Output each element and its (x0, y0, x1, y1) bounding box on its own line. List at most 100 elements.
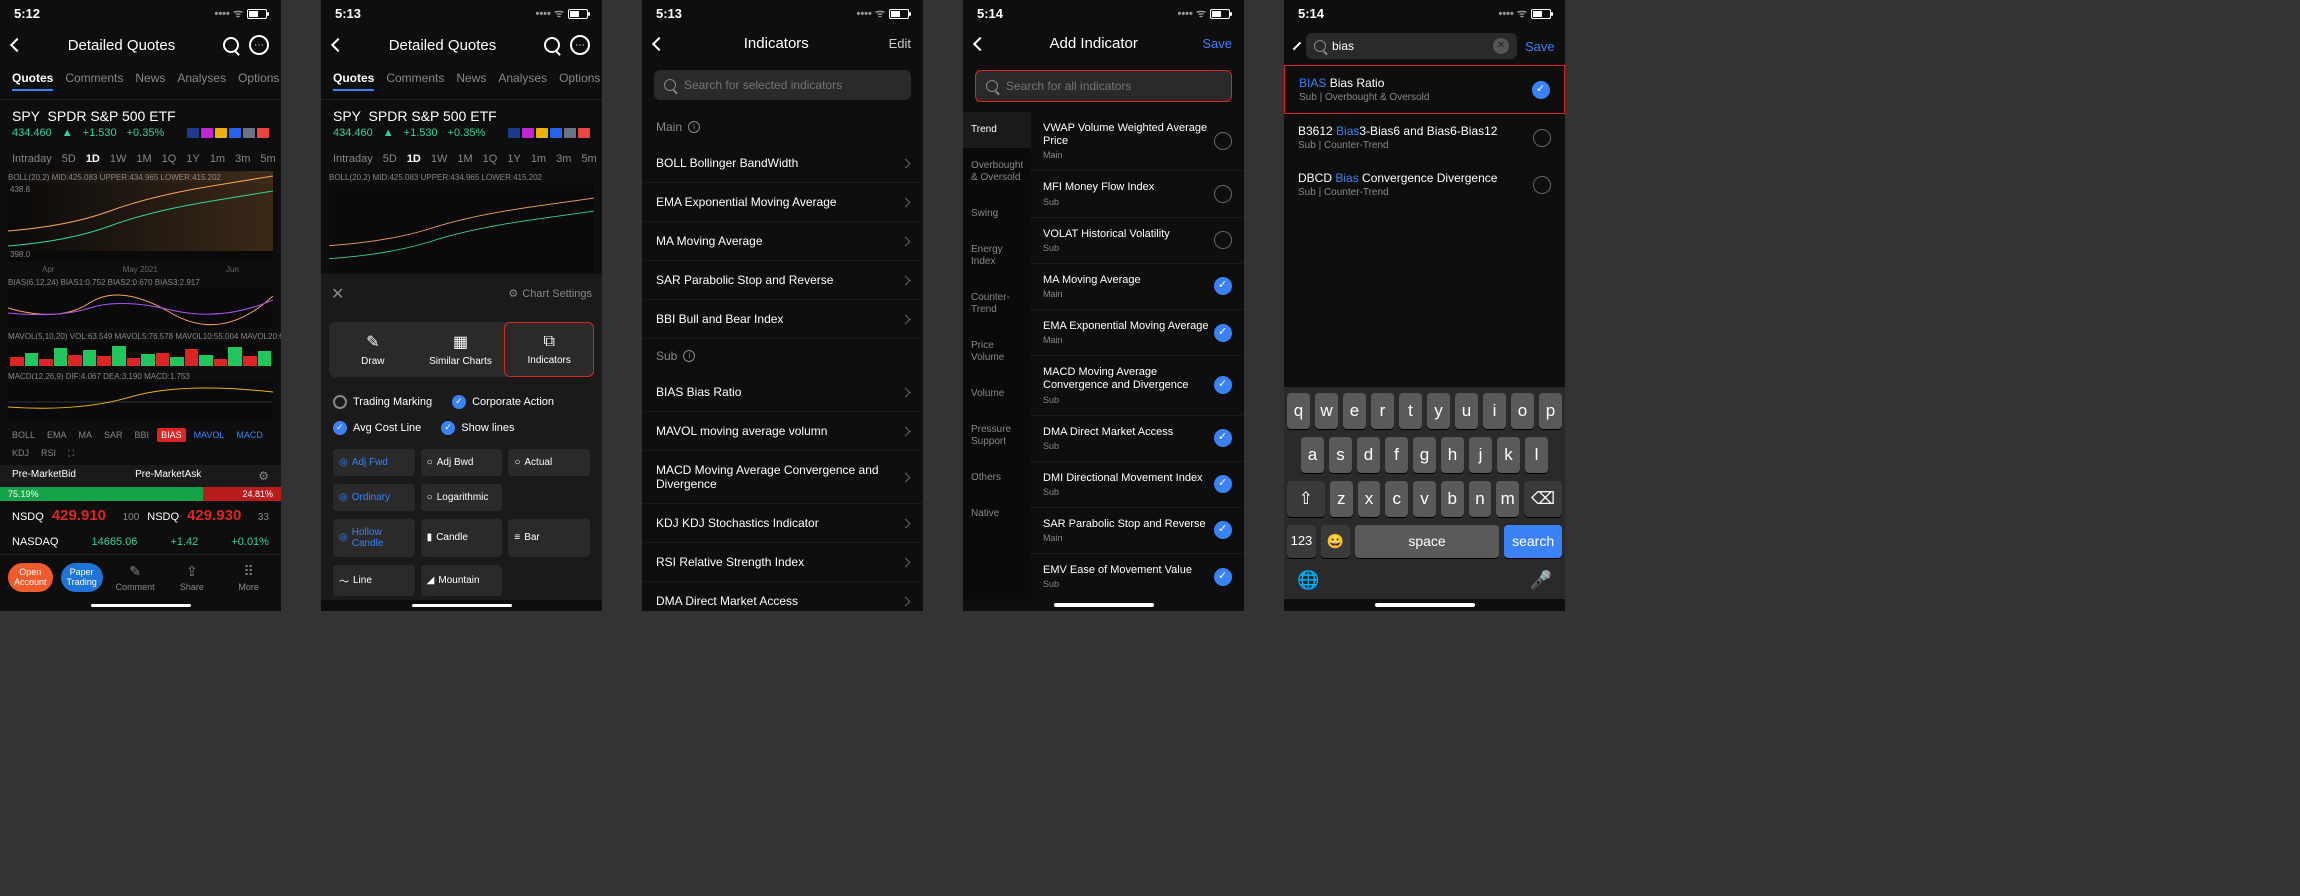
tab-news[interactable]: News (135, 71, 165, 91)
pill-kdj[interactable]: KDJ (8, 446, 33, 461)
save-button[interactable]: Save (1525, 39, 1555, 54)
gear-icon[interactable]: ⚙ (258, 469, 269, 483)
indicator-item[interactable]: VOLAT Historical VolatilitySub (1031, 218, 1244, 264)
key-r[interactable]: r (1371, 393, 1394, 429)
search-button[interactable] (221, 35, 241, 55)
save-button[interactable]: Save (1202, 36, 1232, 51)
macd-chart[interactable] (8, 382, 273, 422)
adj-bwd-button[interactable]: ○ Adj Bwd (421, 449, 503, 476)
tab-analyses[interactable]: Analyses (177, 71, 226, 91)
indicator-item[interactable]: EMA Exponential Moving AverageMain (1031, 310, 1244, 356)
indicator-item[interactable]: DMI Directional Movement IndexSub (1031, 462, 1244, 508)
key-z[interactable]: z (1330, 481, 1353, 517)
show-lines-toggle[interactable]: Show lines (441, 421, 514, 435)
indicator-mavol[interactable]: MAVOL moving average volumn (642, 412, 923, 451)
hollow-candle-button[interactable]: ◎ Hollow Candle (333, 519, 415, 557)
key-j[interactable]: j (1469, 437, 1492, 473)
result-item[interactable]: B3612 Bias3-Bias6 and Bias6-Bias12Sub | … (1284, 114, 1565, 161)
corp-action-toggle[interactable]: Corporate Action (452, 395, 554, 409)
key-g[interactable]: g (1413, 437, 1436, 473)
clear-icon[interactable]: ✕ (1493, 38, 1509, 54)
home-indicator[interactable] (1054, 603, 1154, 607)
result-item[interactable]: DBCD Bias Convergence DivergenceSub | Co… (1284, 161, 1565, 208)
tf-1d[interactable]: 1D (86, 153, 100, 165)
indicator-boll[interactable]: BOLL Bollinger BandWidth (642, 144, 923, 183)
home-indicator[interactable] (91, 604, 191, 607)
cat-native[interactable]: Native (963, 496, 1031, 532)
search-key[interactable]: search (1504, 525, 1562, 558)
cat-trend[interactable]: Trend (963, 112, 1031, 148)
key-l[interactable]: l (1525, 437, 1548, 473)
search-input[interactable] (1332, 39, 1487, 53)
cat-price-vol[interactable]: Price Volume (963, 328, 1031, 376)
tf-5m[interactable]: 5m (260, 153, 275, 165)
key-o[interactable]: o (1511, 393, 1534, 429)
adj-fwd-button[interactable]: ◎ Adj Fwd (333, 449, 415, 476)
indicator-item[interactable]: SAR Parabolic Stop and ReverseMain (1031, 508, 1244, 554)
line-button[interactable]: 〜 Line (333, 565, 415, 596)
key-a[interactable]: a (1301, 437, 1324, 473)
tf-1w[interactable]: 1W (110, 153, 127, 165)
search-bar[interactable] (654, 70, 911, 100)
home-indicator[interactable] (1375, 603, 1475, 607)
indicator-sar[interactable]: SAR Parabolic Stop and Reverse (642, 261, 923, 300)
edit-button[interactable]: Edit (889, 36, 911, 51)
key-e[interactable]: e (1343, 393, 1366, 429)
search-input[interactable] (684, 78, 901, 92)
key-p[interactable]: p (1539, 393, 1562, 429)
mountain-button[interactable]: ◢ Mountain (421, 565, 503, 596)
mavol-chart[interactable] (8, 342, 273, 368)
indicator-item[interactable]: EMV Ease of Movement ValueSub (1031, 554, 1244, 599)
key-m[interactable]: m (1496, 481, 1519, 517)
delete-key[interactable]: ⌫ (1524, 481, 1562, 517)
main-chart[interactable] (329, 185, 594, 272)
more-button[interactable]: ⠿More (224, 563, 273, 592)
key-q[interactable]: q (1287, 393, 1310, 429)
indicator-item[interactable]: VWAP Volume Weighted Average PriceMain (1031, 112, 1244, 171)
tf-5d[interactable]: 5D (62, 153, 76, 165)
tab-options[interactable]: Options (238, 71, 279, 91)
search-bar[interactable] (975, 70, 1232, 102)
emoji-key[interactable]: 😀 (1321, 525, 1350, 558)
indicator-item[interactable]: DMA Direct Market AccessSub (1031, 416, 1244, 462)
indicator-bbi[interactable]: BBI Bull and Bear Index (642, 300, 923, 339)
pill-ema[interactable]: EMA (43, 428, 71, 442)
search-button[interactable] (542, 35, 562, 55)
info-icon[interactable]: i (683, 350, 695, 362)
key-c[interactable]: c (1385, 481, 1408, 517)
more-button[interactable]: ⋯ (570, 35, 590, 55)
key-s[interactable]: s (1329, 437, 1352, 473)
pill-boll[interactable]: BOLL (8, 428, 39, 442)
mic-icon[interactable]: 🎤 (1530, 570, 1552, 591)
bias-chart[interactable] (8, 288, 273, 328)
cat-counter[interactable]: Counter-Trend (963, 280, 1031, 328)
key-f[interactable]: f (1385, 437, 1408, 473)
bar-button[interactable]: ≡ Bar (508, 519, 590, 557)
more-button[interactable]: ⋯ (249, 35, 269, 55)
ordinary-button[interactable]: ◎ Ordinary (333, 484, 415, 511)
paper-trading-button[interactable]: Paper Trading (61, 563, 103, 593)
key-n[interactable]: n (1469, 481, 1492, 517)
tab-analyses[interactable]: Analyses (498, 71, 547, 91)
comment-button[interactable]: ✎Comment (111, 563, 160, 592)
key-b[interactable]: b (1441, 481, 1464, 517)
tf-1q[interactable]: 1Q (162, 153, 177, 165)
key-u[interactable]: u (1455, 393, 1478, 429)
key-h[interactable]: h (1441, 437, 1464, 473)
candle-button[interactable]: ▮ Candle (421, 519, 503, 557)
similar-charts-button[interactable]: ▦Similar Charts (417, 322, 505, 377)
pill-rsi[interactable]: RSI (37, 446, 60, 461)
indicator-macd[interactable]: MACD Moving Average Convergence and Dive… (642, 451, 923, 504)
key-t[interactable]: t (1399, 393, 1422, 429)
share-button[interactable]: ⇪Share (167, 563, 216, 592)
back-icon[interactable] (652, 36, 666, 50)
avg-cost-toggle[interactable]: Avg Cost Line (333, 421, 421, 435)
cat-pressure[interactable]: Pressure Support (963, 412, 1031, 460)
indicator-ema[interactable]: EMA Exponential Moving Average (642, 183, 923, 222)
indicator-item[interactable]: MACD Moving Average Convergence and Dive… (1031, 356, 1244, 415)
tf-3m[interactable]: 3m (235, 153, 250, 165)
back-icon[interactable] (10, 38, 24, 52)
search-bar[interactable]: ✕ (1306, 33, 1517, 59)
actual-button[interactable]: ○ Actual (508, 449, 590, 476)
tab-options[interactable]: Options (559, 71, 600, 91)
